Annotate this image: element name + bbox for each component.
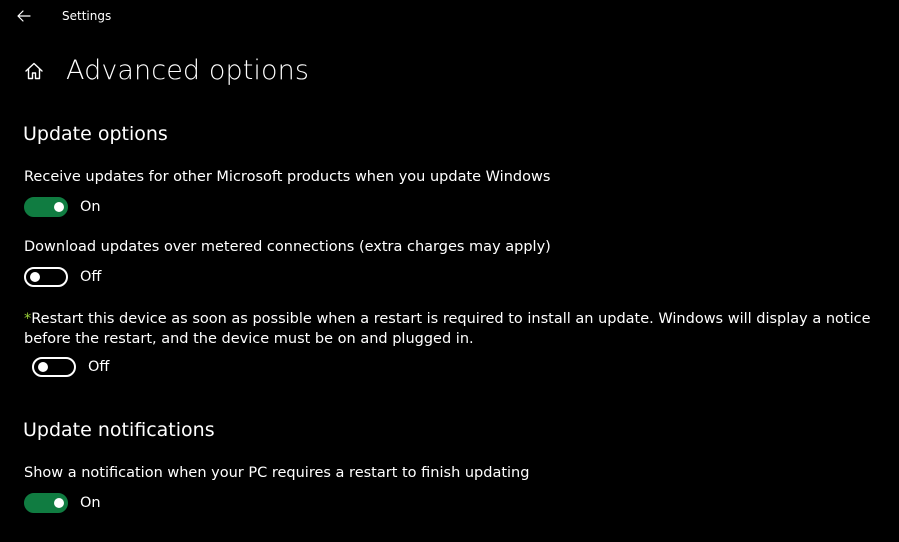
- home-button[interactable]: [21, 60, 47, 86]
- other-products-toggle[interactable]: On: [24, 197, 101, 217]
- restart-notification-label: Show a notification when your PC require…: [24, 465, 530, 481]
- toggle-state-label: Off: [88, 359, 110, 375]
- page-title: Advanced options: [66, 55, 309, 86]
- home-icon: [24, 61, 44, 85]
- other-products-label: Receive updates for other Microsoft prod…: [24, 169, 551, 185]
- toggle-knob: [38, 362, 48, 372]
- restart-asap-text: Restart this device as soon as possible …: [24, 311, 871, 347]
- toggle-knob: [54, 498, 64, 508]
- metered-connections-toggle[interactable]: Off: [24, 267, 101, 287]
- toggle-state-label: Off: [80, 269, 102, 285]
- toggle-knob: [54, 202, 64, 212]
- toggle-switch[interactable]: [24, 493, 68, 513]
- toggle-switch[interactable]: [32, 357, 76, 377]
- app-title: Settings: [62, 9, 112, 23]
- section-title-update-options: Update options: [23, 123, 168, 145]
- toggle-switch[interactable]: [24, 267, 68, 287]
- toggle-state-label: On: [80, 199, 101, 215]
- toggle-knob: [30, 272, 40, 282]
- section-title-update-notifications: Update notifications: [23, 419, 215, 441]
- restart-notification-toggle[interactable]: On: [24, 493, 101, 513]
- arrow-left-icon: [17, 7, 31, 26]
- title-bar: Settings: [0, 0, 899, 32]
- toggle-switch[interactable]: [24, 197, 68, 217]
- back-button[interactable]: [12, 5, 36, 27]
- metered-connections-label: Download updates over metered connection…: [24, 239, 551, 255]
- toggle-state-label: On: [80, 495, 101, 511]
- restart-asap-toggle[interactable]: Off: [32, 357, 109, 377]
- restart-asap-label: *Restart this device as soon as possible…: [24, 309, 874, 349]
